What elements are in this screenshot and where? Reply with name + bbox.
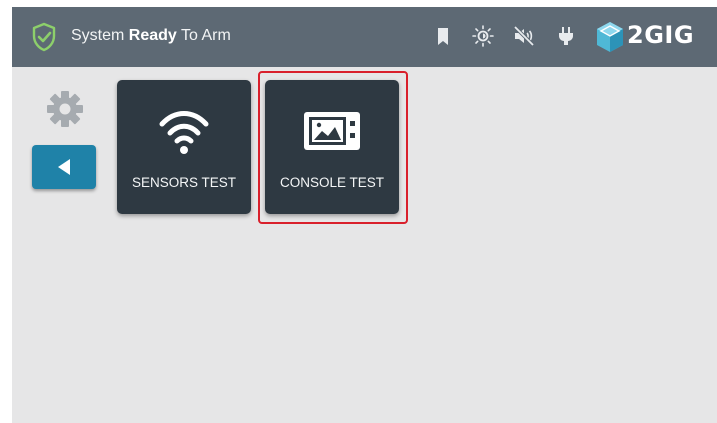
back-arrow-icon	[58, 159, 70, 175]
power-plug-icon[interactable]	[554, 24, 578, 48]
brand-logo: 2GIG	[594, 18, 716, 56]
brand-name: 2GIG	[627, 21, 695, 49]
status-suffix: To Arm	[180, 27, 231, 44]
top-status-bar: System Ready To Arm 2GIG	[12, 7, 717, 67]
status-prefix: System	[71, 27, 125, 44]
sensors-test-label: SENSORS TEST	[131, 175, 237, 190]
speaker-muted-icon[interactable]	[512, 24, 536, 48]
brightness-icon[interactable]	[471, 24, 495, 48]
brand-cube-icon	[597, 22, 623, 52]
console-test-label: CONSOLE TEST	[279, 175, 385, 190]
console-test-tile[interactable]: CONSOLE TEST	[265, 80, 399, 214]
wifi-icon	[117, 106, 251, 161]
system-status-text: System Ready To Arm	[71, 27, 231, 45]
gear-icon[interactable]	[45, 89, 85, 129]
screen: System Ready To Arm 2GIG SENSORS TEST CO…	[12, 7, 717, 423]
back-button[interactable]	[32, 145, 96, 189]
sensors-test-tile[interactable]: SENSORS TEST	[117, 80, 251, 214]
shield-check-icon[interactable]	[31, 22, 57, 52]
console-display-icon	[265, 106, 399, 161]
bookmark-icon[interactable]	[431, 24, 455, 48]
status-ready-word: Ready	[128, 27, 177, 44]
